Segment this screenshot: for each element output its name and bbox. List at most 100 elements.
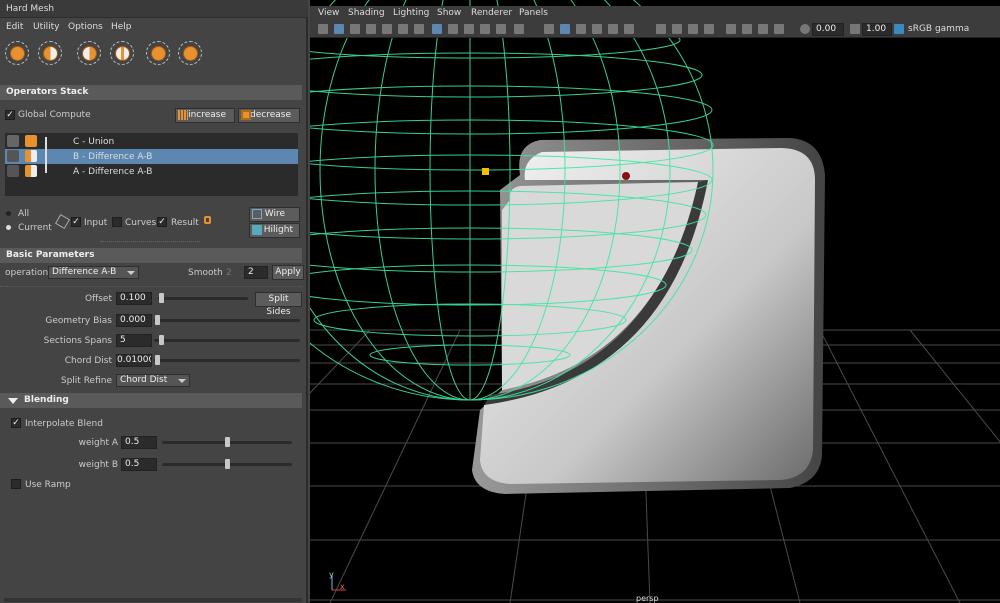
field-chart-icon[interactable] xyxy=(496,24,506,34)
result-label: Result xyxy=(171,218,199,228)
wireframe-icon[interactable] xyxy=(544,24,554,34)
split-sides-button[interactable]: Split Sides xyxy=(255,292,302,317)
eye-icon[interactable] xyxy=(7,135,19,147)
menu-edit[interactable]: Edit xyxy=(6,22,23,32)
grid-icon[interactable] xyxy=(398,24,408,34)
gate-mask-icon[interactable] xyxy=(480,24,490,34)
split-sides-label: Split Sides xyxy=(266,294,291,317)
menu-panels[interactable]: Panels xyxy=(519,8,548,18)
visibility-icon[interactable] xyxy=(7,150,19,162)
basic-parameters-header[interactable]: Basic Parameters xyxy=(0,248,302,263)
operators-list: C - Union B - Difference A-B A - Differe… xyxy=(5,133,298,196)
intersection-tool-icon[interactable] xyxy=(110,41,134,65)
scene-canvas[interactable] xyxy=(310,0,1000,603)
weight-b-slider-handle[interactable] xyxy=(225,459,230,469)
current-radio[interactable] xyxy=(6,225,11,230)
textured-icon[interactable] xyxy=(592,24,602,34)
ambient-occlusion-icon[interactable] xyxy=(656,24,666,34)
difference-tool-icon[interactable] xyxy=(38,41,62,65)
union-tool-icon[interactable] xyxy=(5,41,29,65)
depth-of-field-icon[interactable] xyxy=(704,24,714,34)
geometry-bias-slider-handle[interactable] xyxy=(155,315,160,325)
weight-a-slider-handle[interactable] xyxy=(225,437,230,447)
chord-dist-field[interactable]: 0.010000 xyxy=(116,354,152,367)
isolate-select-icon[interactable] xyxy=(726,24,736,34)
grid-toggle-icon[interactable] xyxy=(432,24,442,34)
menu-shading[interactable]: Shading xyxy=(348,8,385,18)
exposure-icon[interactable] xyxy=(800,24,810,34)
chevron-down-icon xyxy=(127,271,135,275)
gamma-field[interactable]: 1.00 xyxy=(862,23,892,36)
viewport-3d[interactable]: y x persp View Shading Lighting Show Ren… xyxy=(310,0,1000,603)
blending-header[interactable]: Blending xyxy=(0,393,302,408)
horizontal-scrollbar[interactable] xyxy=(4,598,302,602)
input-checkbox[interactable]: ✓ xyxy=(71,217,81,227)
safe-action-icon[interactable] xyxy=(448,24,458,34)
operators-stack-header[interactable]: Operators Stack xyxy=(0,85,302,100)
list-item[interactable]: C - Union xyxy=(5,134,298,149)
select-camera-icon[interactable] xyxy=(334,24,344,34)
offset-field[interactable]: 0.100 xyxy=(116,292,152,305)
list-item[interactable]: A - Difference A-B xyxy=(5,164,298,179)
slice-tool-icon[interactable] xyxy=(178,41,202,65)
offset-slider[interactable] xyxy=(158,297,248,300)
interpolate-blend-checkbox[interactable]: ✓ xyxy=(11,418,21,428)
wireframe-on-shaded-icon[interactable] xyxy=(576,24,586,34)
offset-slider-handle[interactable] xyxy=(159,293,164,303)
gamma-icon[interactable] xyxy=(850,24,860,34)
operation-dropdown[interactable]: Difference A-B xyxy=(48,266,139,279)
window-titlebar[interactable]: Hard Mesh xyxy=(0,0,308,18)
manipulator-point[interactable] xyxy=(622,172,630,180)
multisample-icon[interactable] xyxy=(688,24,698,34)
global-compute-checkbox[interactable]: ✓ xyxy=(5,110,15,120)
all-radio[interactable] xyxy=(6,211,11,216)
menu-options[interactable]: Options xyxy=(68,22,103,32)
chord-dist-slider[interactable] xyxy=(154,359,300,362)
geometry-bias-field[interactable]: 0.000 xyxy=(116,314,152,327)
smooth-field[interactable]: 2 xyxy=(244,266,268,279)
menu-view[interactable]: View xyxy=(318,8,339,18)
motion-blur-icon[interactable] xyxy=(672,24,682,34)
lock-camera-icon[interactable] xyxy=(350,24,360,34)
weight-a-field[interactable]: 0.5 xyxy=(121,436,157,449)
smooth-shade-icon[interactable] xyxy=(560,24,570,34)
lights-icon[interactable] xyxy=(608,24,618,34)
apply-button[interactable]: Apply xyxy=(272,265,304,280)
shadows-icon[interactable] xyxy=(624,24,634,34)
use-ramp-checkbox[interactable] xyxy=(11,479,21,489)
lock-icon[interactable] xyxy=(204,216,211,224)
list-item-selected[interactable]: B - Difference A-B xyxy=(5,149,298,164)
xray-joints-icon[interactable] xyxy=(758,24,768,34)
xray-icon[interactable] xyxy=(742,24,752,34)
collapse-arrow-icon[interactable] xyxy=(8,398,18,404)
xray-components-icon[interactable] xyxy=(774,24,784,34)
menu-renderer[interactable]: Renderer xyxy=(471,8,512,18)
menu-lighting[interactable]: Lighting xyxy=(393,8,429,18)
film-gate-icon[interactable] xyxy=(414,24,424,34)
menu-utility[interactable]: Utility xyxy=(33,22,59,32)
exposure-field[interactable]: 0.00 xyxy=(812,23,844,36)
curves-checkbox[interactable] xyxy=(112,217,122,227)
sections-spans-field[interactable]: 5 xyxy=(116,334,152,347)
visibility-icon[interactable] xyxy=(7,165,19,177)
difference-ba-tool-icon[interactable] xyxy=(77,41,101,65)
weight-b-field[interactable]: 0.5 xyxy=(121,458,157,471)
chord-dist-slider-handle[interactable] xyxy=(155,355,160,365)
sections-spans-slider-handle[interactable] xyxy=(159,335,164,345)
color-management-icon[interactable] xyxy=(894,24,904,34)
menu-help[interactable]: Help xyxy=(111,22,132,32)
pivot-handle[interactable] xyxy=(482,168,489,175)
result-checkbox[interactable]: ✓ xyxy=(157,217,167,227)
split-tool-icon[interactable] xyxy=(146,41,170,65)
geometry-bias-slider[interactable] xyxy=(154,319,300,322)
bookmark-icon[interactable] xyxy=(366,24,376,34)
sections-spans-slider[interactable] xyxy=(154,339,300,342)
weight-b-label: weight B xyxy=(78,460,118,470)
safe-title-icon[interactable] xyxy=(514,24,524,34)
colorspace-label[interactable]: sRGB gamma xyxy=(908,24,969,34)
image-plane-icon[interactable] xyxy=(382,24,392,34)
camera-icon[interactable] xyxy=(318,24,328,34)
resolution-gate-icon[interactable] xyxy=(464,24,474,34)
split-refine-dropdown[interactable]: Chord Dist xyxy=(116,374,190,387)
menu-show[interactable]: Show xyxy=(437,8,461,18)
